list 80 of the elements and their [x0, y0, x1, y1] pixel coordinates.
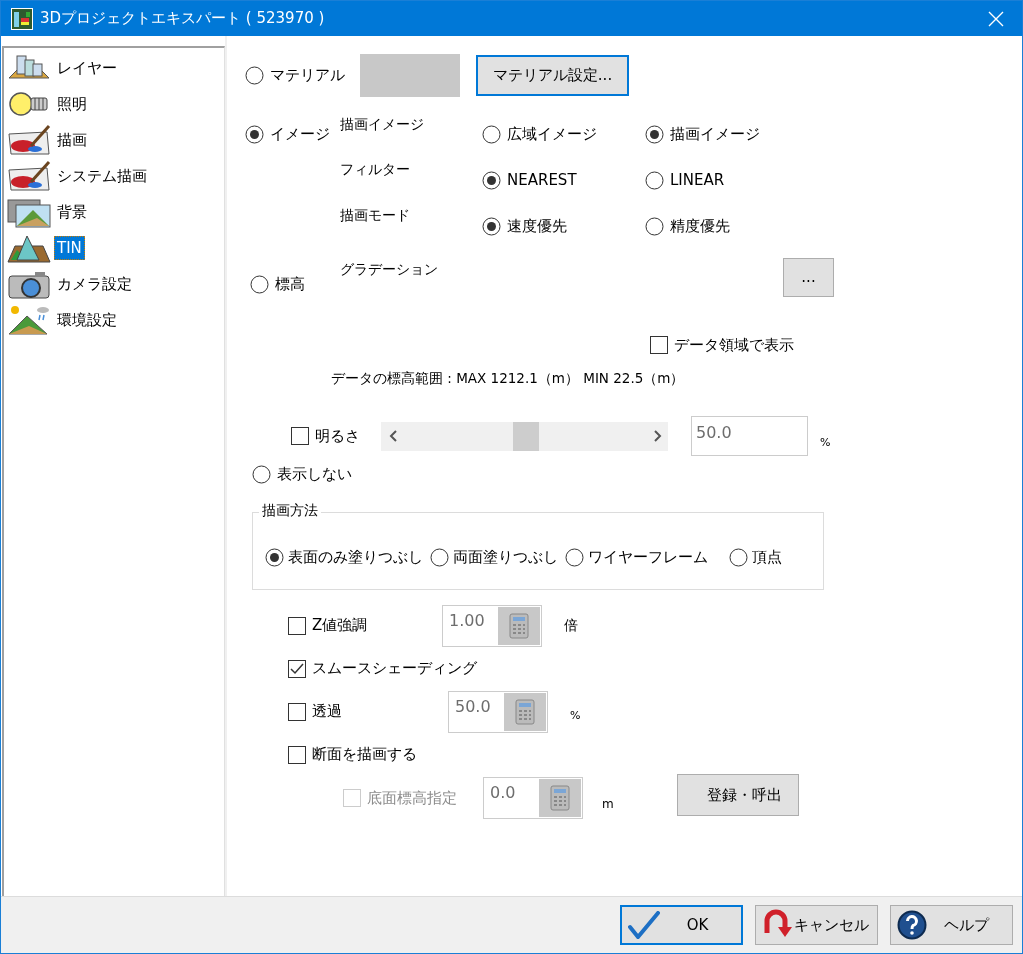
- unit-label: %: [820, 435, 831, 449]
- gradation-button[interactable]: ...: [783, 257, 834, 297]
- option-checkbox[interactable]: スムースシェーディング: [288, 659, 477, 678]
- option-checkbox[interactable]: 断面を描画する: [288, 745, 417, 764]
- sidebar-item[interactable]: 背景: [54, 199, 90, 225]
- brightness-checkbox[interactable]: 明るさ: [291, 426, 381, 446]
- radio-button-icon[interactable]: [645, 125, 664, 144]
- help-button[interactable]: ヘルプ: [890, 905, 1013, 945]
- option-radio[interactable]: 広域イメージ: [482, 125, 645, 144]
- unit-label: 倍: [564, 616, 578, 635]
- ok-button[interactable]: OK: [620, 905, 743, 945]
- radio-button-icon[interactable]: [645, 216, 664, 236]
- option-radio[interactable]: NEAREST: [482, 170, 645, 190]
- checkbox-icon[interactable]: [288, 616, 306, 635]
- brightness-scrollbar[interactable]: [381, 421, 668, 451]
- paintbrush-icon: [7, 124, 51, 156]
- material-settings-button[interactable]: マテリアル設定...: [476, 54, 629, 96]
- radio-button-icon[interactable]: [482, 125, 501, 144]
- setting-label: 描画イメージ: [340, 116, 425, 134]
- draw-method-radio[interactable]: ワイヤーフレーム: [565, 548, 708, 567]
- option-radio[interactable]: 精度優先: [645, 216, 805, 236]
- sidebar-item[interactable]: レイヤー: [54, 55, 120, 81]
- radio-button-icon[interactable]: [729, 548, 748, 567]
- radio-button-icon[interactable]: [482, 216, 501, 236]
- sidebar-item[interactable]: 照明: [54, 91, 90, 117]
- checkbox-icon[interactable]: [291, 427, 309, 445]
- sidebar-item[interactable]: カメラ設定: [54, 271, 135, 297]
- unit-label: %: [570, 709, 581, 722]
- data-area-checkbox[interactable]: データ領域で表示: [650, 335, 794, 355]
- close-icon[interactable]: [988, 10, 1004, 27]
- check-mark-icon: [628, 911, 660, 939]
- sidebar-item[interactable]: 環境設定: [54, 307, 120, 333]
- draw-method-radio[interactable]: 表面のみ塗りつぶし: [265, 548, 423, 567]
- window-title: 3Dプロジェクトエキスパート ( 523970 ): [40, 9, 326, 28]
- gradation-label: グラデーション: [340, 261, 439, 279]
- elevation-radio[interactable]: 標高: [250, 274, 340, 294]
- option-checkbox[interactable]: Z値強調: [288, 616, 442, 635]
- app-icon: [11, 7, 33, 30]
- radio-button-icon[interactable]: [565, 548, 584, 567]
- sun-mountain-icon: [7, 304, 51, 336]
- option-radio[interactable]: LINEAR: [645, 170, 805, 190]
- checkbox-icon[interactable]: [288, 659, 306, 678]
- radio-button-icon[interactable]: [252, 464, 271, 484]
- setting-label: 描画モード: [340, 207, 411, 225]
- radio-button-icon[interactable]: [430, 548, 449, 567]
- help-icon: [897, 910, 927, 940]
- scrollbar-thumb[interactable]: [512, 421, 539, 451]
- paintbrush-icon: [7, 160, 51, 192]
- sidebar-item[interactable]: システム描画: [54, 163, 150, 189]
- group-title: 描画方法: [259, 502, 321, 520]
- number-input-field[interactable]: 50.0: [448, 690, 548, 733]
- cancel-button[interactable]: キャンセル: [755, 905, 878, 945]
- material-radio[interactable]: マテリアル: [245, 65, 360, 85]
- checkbox-icon[interactable]: [650, 336, 668, 354]
- radio-button-icon[interactable]: [245, 65, 264, 85]
- sidebar-item[interactable]: TIN: [54, 236, 85, 260]
- radio-button-icon[interactable]: [645, 170, 664, 190]
- draw-method-radio[interactable]: 両面塗りつぶし: [430, 548, 558, 567]
- image-radio[interactable]: イメージ: [245, 125, 340, 144]
- draw-method-radio[interactable]: 頂点: [729, 548, 782, 567]
- radio-button-icon[interactable]: [250, 274, 269, 294]
- radio-button-icon[interactable]: [265, 548, 284, 567]
- unit-label: m: [602, 797, 615, 811]
- brightness-input-field[interactable]: 50.0: [691, 416, 808, 456]
- radio-button-icon[interactable]: [482, 170, 501, 190]
- material-color-swatch[interactable]: [360, 53, 460, 97]
- sidebar-item[interactable]: 描画: [54, 127, 90, 153]
- option-radio[interactable]: 描画イメージ: [645, 125, 805, 144]
- option-radio[interactable]: 速度優先: [482, 216, 645, 236]
- checkbox-icon[interactable]: [288, 702, 306, 721]
- setting-label: フィルター: [340, 161, 411, 179]
- number-input-field[interactable]: 1.00: [442, 604, 542, 647]
- landscape-picture-icon: [7, 196, 51, 228]
- radio-button-icon[interactable]: [245, 125, 264, 144]
- hide-radio[interactable]: 表示しない: [252, 464, 352, 484]
- calculator-icon[interactable]: [498, 606, 540, 645]
- option-checkbox[interactable]: 透過: [288, 702, 448, 721]
- checkbox-icon[interactable]: [288, 745, 306, 764]
- calculator-icon[interactable]: [504, 692, 546, 731]
- elevation-range-text: データの標高範囲 : MAX 1212.1（m） MIN 22.5（m）: [331, 370, 685, 388]
